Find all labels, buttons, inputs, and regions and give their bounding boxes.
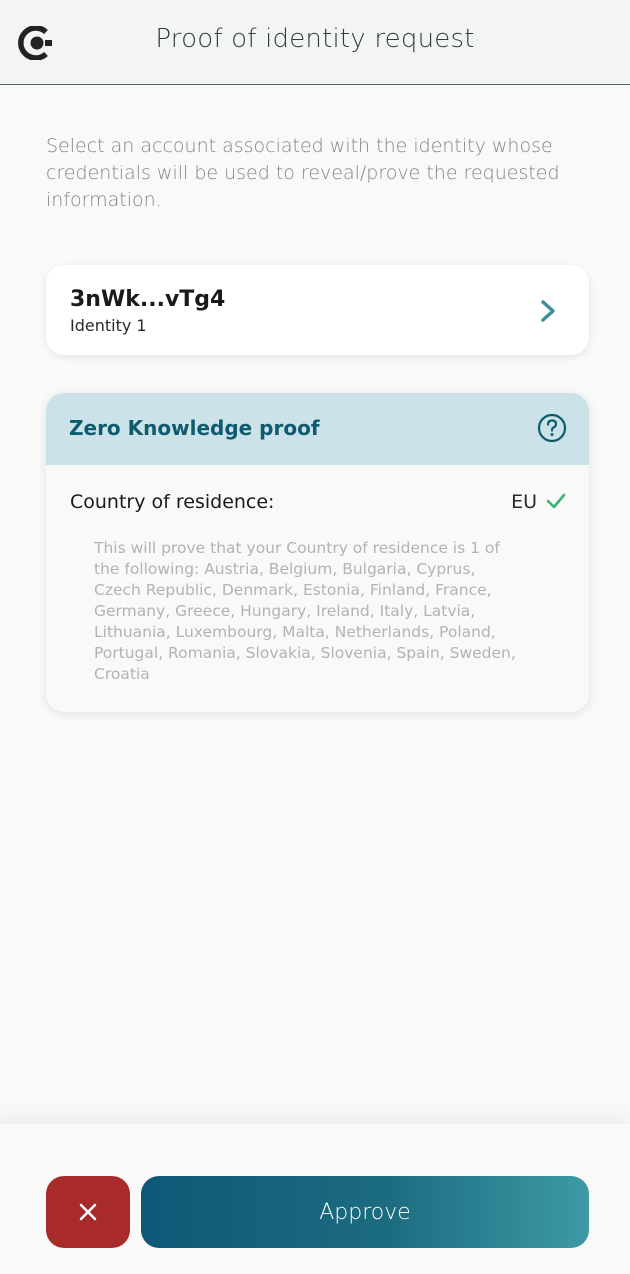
attribute-value: EU	[511, 491, 537, 513]
approve-button[interactable]: Approve	[141, 1176, 589, 1248]
account-address: 3nWk...vTg4	[70, 287, 226, 312]
page-title: Proof of identity request	[155, 24, 475, 54]
zk-card-header: Zero Knowledge proof	[46, 393, 589, 465]
reject-button[interactable]	[46, 1176, 130, 1248]
question-circle-icon[interactable]	[537, 413, 567, 443]
chevron-right-icon[interactable]	[537, 298, 559, 324]
zk-card-title: Zero Knowledge proof	[69, 416, 320, 440]
app-header: Proof of identity request	[0, 0, 630, 85]
attribute-description: This will prove that your Country of res…	[94, 539, 516, 683]
attribute-label: Country of residence:	[70, 491, 275, 513]
instruction-text: Select an account associated with the id…	[46, 135, 560, 211]
zero-knowledge-proof-card: Zero Knowledge proof Country of residenc…	[46, 393, 589, 712]
action-footer: Approve	[0, 1124, 630, 1274]
close-icon	[79, 1203, 97, 1221]
account-selector-card[interactable]: 3nWk...vTg4 Identity 1	[46, 265, 589, 355]
identity-name: Identity 1	[70, 316, 147, 335]
check-icon	[546, 493, 566, 509]
